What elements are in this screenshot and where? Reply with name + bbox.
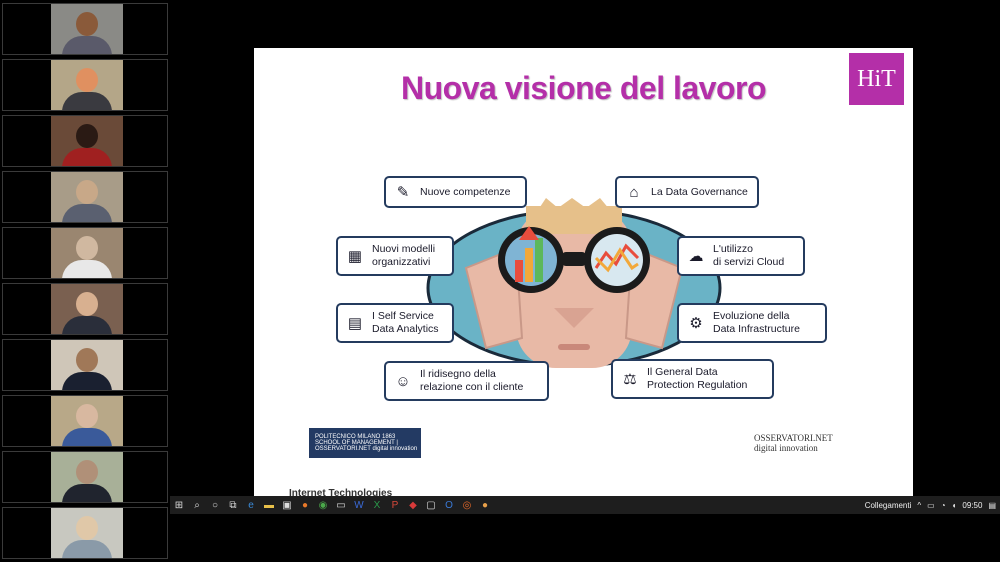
battery-icon[interactable]: ▭: [927, 501, 935, 510]
card-ridisegno-relazione: ☺ Il ridisegno della relazione con il cl…: [384, 361, 549, 401]
card-gdpr: ⚖ Il General Data Protection Regulation: [611, 359, 774, 399]
search-icon[interactable]: ⌕: [188, 496, 206, 514]
participant-tile[interactable]: [2, 451, 168, 503]
cortana-icon[interactable]: ○: [206, 496, 224, 514]
folder-icon[interactable]: ▬: [260, 496, 278, 514]
network-icon: ⚙: [689, 314, 703, 332]
outlook-icon[interactable]: O: [440, 496, 458, 514]
windows-start-icon[interactable]: ⊞: [170, 496, 188, 514]
osservatori-logo: OSSERVATORI.NET digital innovation: [754, 433, 833, 453]
system-tray: Collegamenti ^ ▭ ◔ ◖ 09:50 ▤: [865, 496, 996, 514]
card-data-infrastructure: ⚙ Evoluzione della Data Infrastructure: [677, 303, 827, 343]
cloud-icon: ☁: [688, 247, 704, 265]
word-icon[interactable]: W: [350, 496, 368, 514]
network-label[interactable]: Collegamenti: [865, 501, 912, 510]
notification-icon[interactable]: ▤: [988, 501, 996, 510]
slide-title: Nuova visione del lavoro: [401, 70, 767, 106]
terminal-icon[interactable]: ▭: [332, 496, 350, 514]
participant-tile[interactable]: [2, 3, 168, 55]
card-self-service: ▤ I Self Service Data Analytics: [336, 303, 454, 343]
gdpr-icon: ⚖: [623, 370, 637, 388]
pencil-cup-icon: ✎: [396, 183, 410, 201]
firefox-icon[interactable]: ●: [296, 496, 314, 514]
app-icon[interactable]: ▢: [422, 496, 440, 514]
card-data-governance: ⌂ La Data Governance: [615, 176, 759, 208]
wifi-icon[interactable]: ◔: [941, 501, 946, 510]
participant-tile[interactable]: [2, 283, 168, 335]
polimi-logo: POLITECNICO MILANO 1863 SCHOOL OF MANAGE…: [309, 428, 421, 458]
participant-tile[interactable]: [2, 59, 168, 111]
binoculars-illustration: [426, 198, 722, 368]
clock[interactable]: 09:50: [962, 501, 982, 510]
participant-tile[interactable]: [2, 115, 168, 167]
participant-tile[interactable]: [2, 339, 168, 391]
card-servizi-cloud: ☁ L'utilizzo di servizi Cloud: [677, 236, 805, 276]
analytics-icon: ▤: [347, 314, 363, 332]
chevron-up-icon[interactable]: ^: [917, 501, 921, 510]
shared-slide: Nuova visione del lavoro HiT ✎ Nuove com…: [254, 48, 913, 498]
bank-icon: ⌂: [629, 183, 639, 201]
participant-tile[interactable]: [2, 507, 168, 559]
windows-taskbar: ⊞ ⌕ ○ ⧉ e ▬ ▣ ● ◉ ▭ W X P ◆ ▢ O ◎ ● Coll…: [170, 496, 1000, 514]
participant-tile[interactable]: [2, 227, 168, 279]
volume-icon[interactable]: ◖: [952, 501, 957, 510]
acrobat-icon[interactable]: ◆: [404, 496, 422, 514]
hit-logo: HiT: [849, 53, 904, 105]
edge-icon[interactable]: e: [242, 496, 260, 514]
card-nuovi-modelli: ▦ Nuovi modelli organizzativi: [336, 236, 454, 276]
excel-icon[interactable]: X: [368, 496, 386, 514]
powerpoint-icon[interactable]: P: [386, 496, 404, 514]
participant-tile[interactable]: [2, 171, 168, 223]
app-icon[interactable]: ◎: [458, 496, 476, 514]
org-chart-icon: ▦: [347, 247, 363, 265]
participant-tile[interactable]: [2, 395, 168, 447]
participant-gallery: [0, 0, 170, 562]
app-icon[interactable]: ●: [476, 496, 494, 514]
customer-icon: ☺: [395, 372, 411, 390]
task-view-icon[interactable]: ⧉: [224, 496, 242, 514]
card-nuove-competenze: ✎ Nuove competenze: [384, 176, 527, 208]
chrome-icon[interactable]: ◉: [314, 496, 332, 514]
store-icon[interactable]: ▣: [278, 496, 296, 514]
